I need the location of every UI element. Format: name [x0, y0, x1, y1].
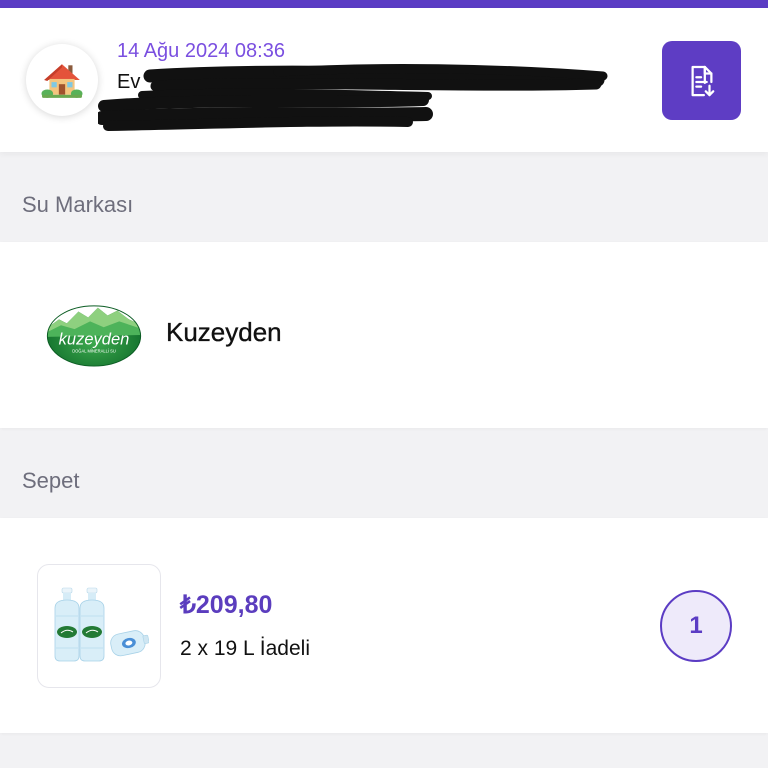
- receipt-button[interactable]: [662, 41, 741, 120]
- section-title-cart: Sepet: [22, 468, 80, 493]
- brand-name: Kuzeyden: [166, 317, 282, 347]
- cart-item: ₺209,80 2 x 19 L İadeli 1: [0, 518, 768, 733]
- avatar: [26, 44, 98, 116]
- brand-logo-text: kuzeyden: [59, 331, 130, 349]
- redaction-scribble: [98, 64, 608, 131]
- item-price: ₺209,80: [180, 591, 273, 619]
- order-header: 14 Ağu 2024 08:36 Ev: [0, 8, 768, 152]
- item-description: 2 x 19 L İadeli: [180, 637, 310, 660]
- brand-logo: kuzeyden DOĞAL MİNERALLİ SU: [46, 305, 142, 367]
- house-with-garden-icon: [41, 64, 83, 98]
- section-title-brand: Su Markası: [22, 192, 134, 217]
- brand-logo-subtext: DOĞAL MİNERALLİ SU: [72, 348, 116, 353]
- top-accent-bar: [0, 0, 768, 8]
- document-download-icon: [691, 65, 714, 96]
- quantity-button[interactable]: 1: [660, 590, 732, 662]
- product-image-box: [37, 564, 161, 688]
- water-bottles-image: [54, 587, 149, 662]
- brand-card: kuzeyden DOĞAL MİNERALLİ SU Kuzeyden: [0, 242, 768, 428]
